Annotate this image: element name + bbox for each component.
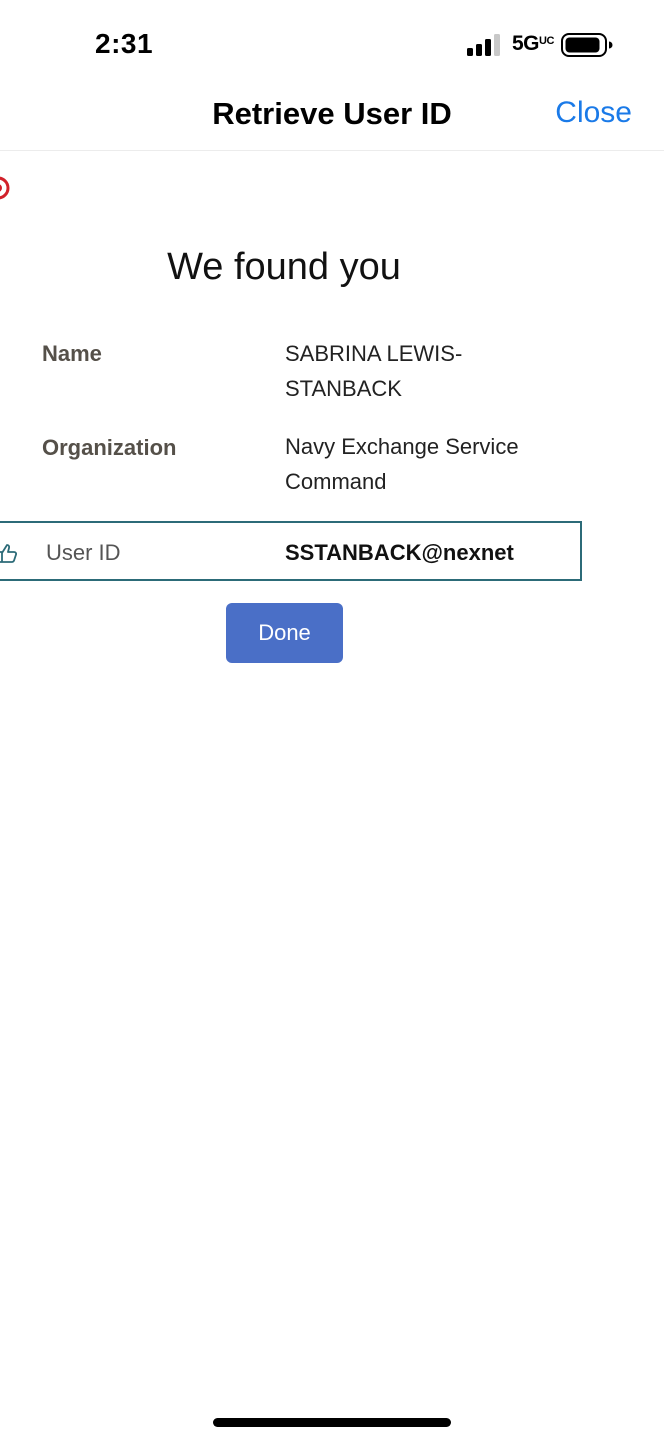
organization-value: Navy Exchange Service Command [285, 434, 519, 494]
network-suffix: UC [539, 35, 554, 47]
done-button[interactable]: Done [226, 603, 343, 663]
user-id-value: SSTANBACK@nexnet [285, 540, 514, 565]
logo-icon [0, 176, 10, 200]
result-heading: We found you [167, 246, 401, 288]
battery-icon [561, 33, 613, 57]
network-label: 5GUC [512, 32, 554, 55]
status-time: 2:31 [95, 28, 154, 59]
organization-label: Organization [42, 435, 177, 460]
status-bar: 2:31 5GUC [0, 0, 664, 88]
cellular-signal-icon [467, 34, 500, 56]
user-id-row: User ID SSTANBACK@nexnet [0, 521, 582, 581]
name-label: Name [42, 341, 102, 366]
nav-bar: Retrieve User ID Close [0, 88, 664, 151]
thumbs-up-icon [0, 544, 18, 563]
name-value: SABRINA LEWIS-STANBACK [285, 341, 463, 401]
user-id-label: User ID [46, 540, 121, 565]
close-button[interactable]: Close [555, 96, 632, 130]
home-indicator[interactable] [213, 1418, 451, 1427]
